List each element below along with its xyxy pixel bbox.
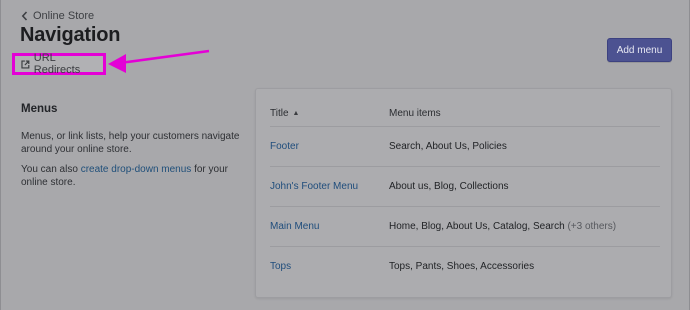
menu-items-text: Home, Blog, About Us, Catalog, Search [389,221,565,232]
url-redirects-link[interactable]: URL Redirects [12,52,106,76]
table-header: Title ▲ Menu items [270,103,660,127]
add-menu-button[interactable]: Add menu [607,38,672,62]
menu-items: About us, Blog, Collections [389,181,509,192]
title-column-header[interactable]: Title ▲ [270,108,299,119]
menus-table-card: Title ▲ Menu items Footer Search, About … [255,88,672,298]
table-row[interactable]: Tops Tops, Pants, Shoes, Accessories [270,247,660,287]
menu-items-text: About us, Blog, Collections [389,181,509,192]
breadcrumb-label[interactable]: Online Store [33,10,94,22]
more-items-count: (+3 others) [567,221,617,232]
menu-name-link[interactable]: Main Menu [270,221,319,232]
menu-name-link[interactable]: Tops [270,261,291,272]
table-row[interactable]: John's Footer Menu About us, Blog, Colle… [270,167,660,207]
menu-items-text: Tops, Pants, Shoes, Accessories [389,261,535,272]
table-row[interactable]: Main Menu Home, Blog, About Us, Catalog,… [270,207,660,247]
hint-prefix: You can also [21,164,81,175]
create-drop-down-menus-link[interactable]: create drop-down menus [81,164,192,175]
chevron-left-icon [21,11,28,21]
table-row[interactable]: Footer Search, About Us, Policies [270,127,660,167]
breadcrumb[interactable]: Online Store [21,10,94,22]
section-hint: You can also create drop-down menus for … [21,163,241,189]
menu-items-text: Search, About Us, Policies [389,141,507,152]
url-redirects-label[interactable]: URL Redirects [34,52,103,76]
section-description: Menus, or link lists, help your customer… [21,131,240,155]
title-column-label[interactable]: Title [270,108,289,119]
menu-items: Search, About Us, Policies [389,141,507,152]
menu-name-link[interactable]: John's Footer Menu [270,181,358,192]
external-link-icon [21,60,30,68]
menu-name-link[interactable]: Footer [270,141,299,152]
section-title: Menus [21,103,58,115]
menu-items-column-header: Menu items [389,108,441,119]
menu-items: Tops, Pants, Shoes, Accessories [389,261,534,272]
page-title: Navigation [20,24,121,46]
sort-ascending-icon[interactable]: ▲ [293,110,300,117]
menu-items: Home, Blog, About Us, Catalog, Search (+… [389,221,616,232]
